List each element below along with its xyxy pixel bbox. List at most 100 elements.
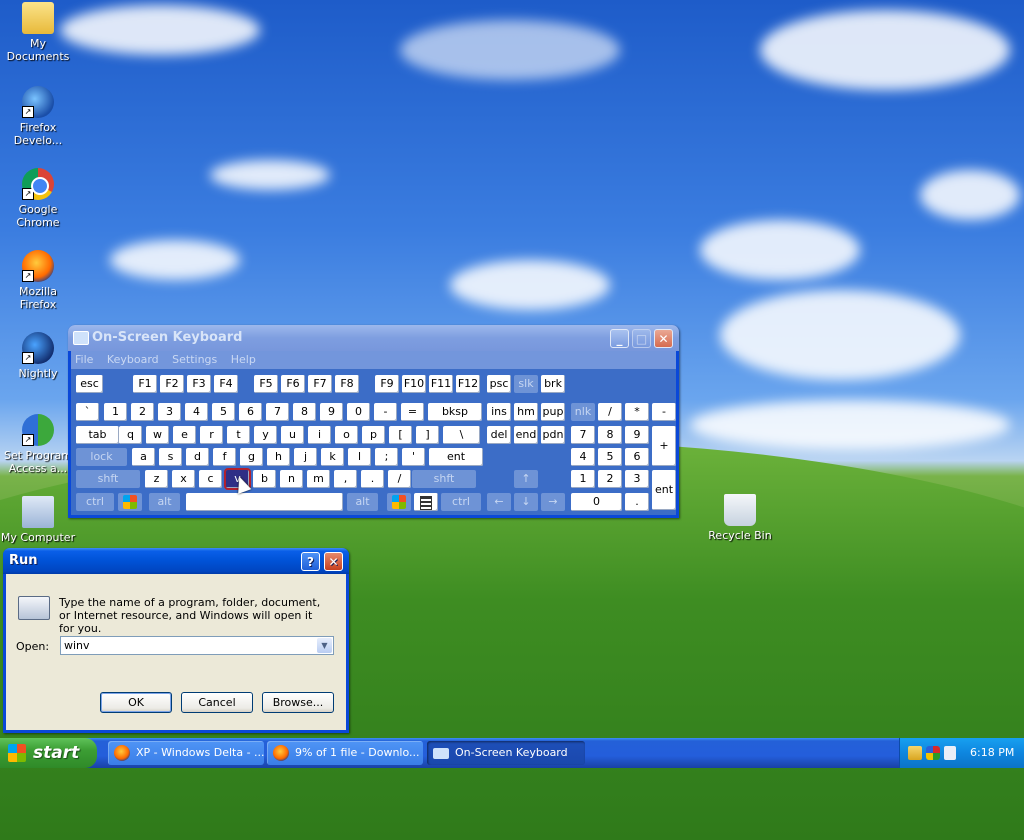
start-button[interactable]: start xyxy=(0,738,97,768)
key-symbol[interactable]: ↓ xyxy=(514,493,538,511)
key-tab[interactable]: tab xyxy=(76,426,119,444)
key-a[interactable]: a xyxy=(132,448,155,466)
key-h[interactable]: h xyxy=(267,448,290,466)
key-symbol[interactable]: / xyxy=(598,403,622,421)
key-nlk[interactable]: nlk xyxy=(571,403,595,421)
desktop-icon-google-chrome[interactable]: ↗ Google Chrome xyxy=(0,168,76,229)
key-7[interactable]: 7 xyxy=(571,426,595,444)
taskbar-item-browser[interactable]: XP - Windows Delta - ... xyxy=(108,741,264,765)
key-1[interactable]: 1 xyxy=(104,403,127,421)
key-F6[interactable]: F6 xyxy=(281,375,305,393)
key-5[interactable]: 5 xyxy=(212,403,235,421)
key-alt[interactable]: alt xyxy=(149,493,180,511)
key-F8[interactable]: F8 xyxy=(335,375,359,393)
minimize-button[interactable]: _ xyxy=(610,329,629,348)
maximize-button[interactable]: □ xyxy=(632,329,651,348)
key-o[interactable]: o xyxy=(335,426,358,444)
key-F11[interactable]: F11 xyxy=(429,375,453,393)
key-end[interactable]: end xyxy=(514,426,538,444)
key-3[interactable]: 3 xyxy=(158,403,181,421)
key-r[interactable]: r xyxy=(200,426,223,444)
key-shft[interactable]: shft xyxy=(76,470,140,488)
key-minus[interactable]: - xyxy=(652,403,676,421)
desktop-icon-recycle-bin[interactable]: Recycle Bin xyxy=(702,494,778,542)
key-8[interactable]: 8 xyxy=(598,426,622,444)
key-F2[interactable]: F2 xyxy=(160,375,184,393)
close-button[interactable]: ✕ xyxy=(654,329,673,348)
key-del[interactable]: del xyxy=(487,426,511,444)
key-symbol[interactable]: ↑ xyxy=(514,470,538,488)
key-0[interactable]: 0 xyxy=(347,403,370,421)
key-0[interactable]: 0 xyxy=(571,493,622,511)
key-alt[interactable]: alt xyxy=(347,493,378,511)
desktop-icon-set-program-access[interactable]: ↗ Set Program Access a... xyxy=(0,414,76,475)
clock[interactable]: 6:18 PM xyxy=(970,746,1014,759)
windows-key-right[interactable] xyxy=(387,493,411,511)
desktop-icon-mozilla-firefox[interactable]: ↗ Mozilla Firefox xyxy=(0,250,76,311)
key-2[interactable]: 2 xyxy=(131,403,154,421)
key-k[interactable]: k xyxy=(321,448,344,466)
key-y[interactable]: y xyxy=(254,426,277,444)
key-e[interactable]: e xyxy=(173,426,196,444)
taskbar-item-download[interactable]: 9% of 1 file - Downlo... xyxy=(267,741,423,765)
key-F12[interactable]: F12 xyxy=(456,375,480,393)
key-m[interactable]: m xyxy=(307,470,330,488)
network-icon[interactable] xyxy=(908,746,922,760)
desktop-icon-nightly[interactable]: ↗ Nightly xyxy=(0,332,76,380)
key-symbol[interactable]: / xyxy=(388,470,411,488)
ok-button[interactable]: OK xyxy=(100,692,172,713)
key-symbol[interactable]: + xyxy=(652,426,676,466)
key-g[interactable]: g xyxy=(240,448,263,466)
key-F1[interactable]: F1 xyxy=(133,375,157,393)
key-d[interactable]: d xyxy=(186,448,209,466)
key-u[interactable]: u xyxy=(281,426,304,444)
key-ent[interactable]: ent xyxy=(652,470,676,510)
key-F7[interactable]: F7 xyxy=(308,375,332,393)
key-n[interactable]: n xyxy=(280,470,303,488)
key-7[interactable]: 7 xyxy=(266,403,289,421)
open-combobox[interactable]: winv ▼ xyxy=(60,636,334,655)
browse-button[interactable]: Browse... xyxy=(262,692,334,713)
key-9[interactable]: 9 xyxy=(625,426,649,444)
key-symbol[interactable]: , xyxy=(334,470,357,488)
key-9[interactable]: 9 xyxy=(320,403,343,421)
shield-icon[interactable] xyxy=(926,746,940,760)
key-f[interactable]: f xyxy=(213,448,236,466)
key-bksp[interactable]: bksp xyxy=(428,403,482,421)
key-pup[interactable]: pup xyxy=(541,403,565,421)
key-q[interactable]: q xyxy=(119,426,142,444)
key-F9[interactable]: F9 xyxy=(375,375,399,393)
key-5[interactable]: 5 xyxy=(598,448,622,466)
desktop-icon-firefox-developer[interactable]: ↗ Firefox Develo... xyxy=(0,86,76,147)
key-symbol[interactable]: . xyxy=(625,493,649,511)
key-symbol[interactable]: ; xyxy=(375,448,398,466)
key-8[interactable]: 8 xyxy=(293,403,316,421)
key-symbol[interactable]: ← xyxy=(487,493,511,511)
key-b[interactable]: b xyxy=(253,470,276,488)
close-button[interactable]: ✕ xyxy=(324,552,343,571)
taskbar-item-on-screen-keyboard[interactable]: On-Screen Keyboard xyxy=(427,741,585,765)
key-symbol[interactable]: * xyxy=(625,403,649,421)
key-symbol[interactable]: → xyxy=(541,493,565,511)
key-x[interactable]: x xyxy=(172,470,195,488)
key-l[interactable]: l xyxy=(348,448,371,466)
key-F5[interactable]: F5 xyxy=(254,375,278,393)
key-psc[interactable]: psc xyxy=(487,375,511,393)
key-symbol[interactable]: = xyxy=(401,403,424,421)
key-symbol[interactable]: [ xyxy=(389,426,412,444)
key-symbol[interactable]: ' xyxy=(402,448,425,466)
key-4[interactable]: 4 xyxy=(571,448,595,466)
desktop-icon-my-documents[interactable]: My Documents xyxy=(0,2,76,63)
space-key[interactable] xyxy=(186,493,343,511)
windows-key-left[interactable] xyxy=(118,493,142,511)
key-ctrl[interactable]: ctrl xyxy=(441,493,481,511)
key-minus[interactable]: - xyxy=(374,403,397,421)
key-esc[interactable]: esc xyxy=(76,375,103,393)
key-pdn[interactable]: pdn xyxy=(541,426,565,444)
menu-key[interactable] xyxy=(414,493,438,511)
volume-icon[interactable] xyxy=(944,746,956,760)
key-hm[interactable]: hm xyxy=(514,403,538,421)
chevron-down-icon[interactable]: ▼ xyxy=(317,638,332,653)
key-ent[interactable]: ent xyxy=(429,448,483,466)
help-button[interactable]: ? xyxy=(301,552,320,571)
